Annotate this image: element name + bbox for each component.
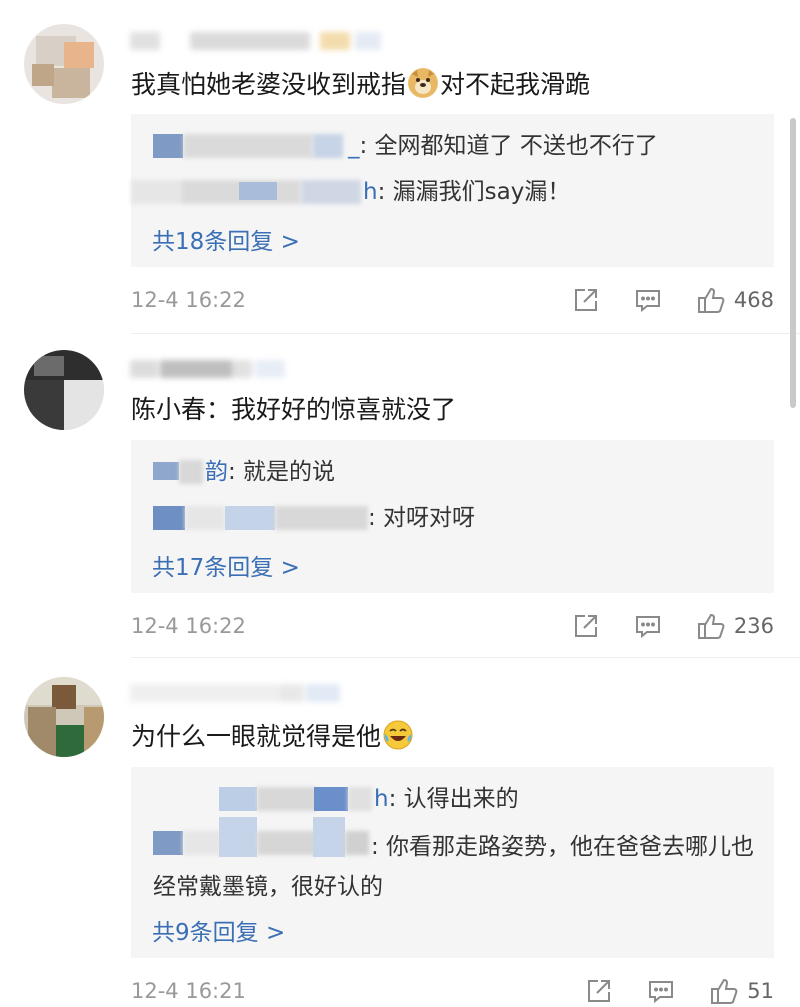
share-button[interactable]	[572, 286, 600, 314]
comment-icon	[635, 616, 660, 639]
comment-icon	[635, 290, 660, 313]
comment-button[interactable]	[634, 612, 662, 640]
share-icon	[574, 615, 597, 637]
reply-item: h: 漏漏我们say漏！	[131, 176, 570, 208]
reply-text: : 对呀对呀	[368, 505, 476, 531]
like-button[interactable]: 236	[696, 611, 774, 641]
comment-button[interactable]	[634, 286, 662, 314]
comment-text: 为什么一眼就觉得是他	[131, 720, 415, 754]
username-blurred[interactable]	[130, 356, 390, 382]
doge-emoji-icon	[408, 68, 439, 98]
username-blurred[interactable]	[130, 28, 390, 54]
reply-box[interactable]: _: 全网都知道了 不送也不行了 h: 漏漏我们say漏！ 共18条回复 >	[131, 114, 774, 267]
action-bar: 468	[538, 285, 774, 315]
reply-username-tail[interactable]: h	[374, 786, 389, 812]
thumbs-up-icon	[697, 287, 725, 313]
reply-item: h: 认得出来的	[219, 783, 519, 815]
more-replies-link[interactable]: 共18条回复 >	[152, 222, 300, 256]
reply-text: : 全网都知道了 不送也不行了	[359, 133, 658, 159]
reply-item: 韵: 就是的说	[153, 456, 335, 488]
reply-username-blurred[interactable]	[153, 130, 348, 162]
more-replies-link[interactable]: 共9条回复 >	[152, 913, 285, 947]
avatar[interactable]	[24, 24, 104, 104]
share-button[interactable]	[585, 977, 613, 1005]
action-bar: 236	[538, 611, 774, 641]
avatar[interactable]	[24, 677, 104, 757]
username-blurred[interactable]	[130, 680, 390, 706]
timestamp: 12-4 16:22	[131, 288, 246, 312]
laugh-cry-emoji-icon	[383, 720, 413, 750]
like-button[interactable]: 468	[696, 285, 774, 315]
comment-text: 我真怕她老婆没收到戒指 对不起我滑跪	[131, 68, 591, 99]
like-count: 51	[747, 979, 774, 1003]
timestamp: 12-4 16:22	[131, 614, 246, 638]
divider	[131, 657, 800, 658]
scrollbar[interactable]	[790, 118, 796, 408]
action-bar: 51	[551, 976, 774, 1006]
reply-username-tail[interactable]: h	[363, 179, 378, 205]
reply-username-blurred[interactable]	[131, 176, 363, 208]
reply-item: : 你看那走路姿势，他在爸爸去哪儿也经常戴墨镜，很好认的	[153, 817, 773, 907]
comment-text: 陈小春：我好好的惊喜就没了	[131, 395, 457, 424]
reply-text: : 漏漏我们say漏！	[377, 179, 571, 205]
reply-item: _: 全网都知道了 不送也不行了	[153, 130, 658, 162]
share-button[interactable]	[572, 612, 600, 640]
thumbs-up-icon	[697, 613, 725, 639]
thumbs-up-icon	[711, 978, 738, 1004]
divider	[131, 333, 800, 334]
reply-username-blurred[interactable]	[219, 783, 374, 815]
timestamp: 12-4 16:21	[131, 979, 246, 1003]
share-icon	[574, 289, 597, 311]
more-replies-link[interactable]: 共17条回复 >	[152, 548, 300, 582]
reply-username-tail[interactable]: 韵	[205, 459, 228, 485]
reply-box[interactable]: h: 认得出来的 : 你看那走路姿势，他在爸爸去哪儿也经常戴墨镜，很好认的 共9…	[131, 767, 774, 958]
reply-username-blurred[interactable]	[153, 456, 205, 488]
comment-button[interactable]	[647, 977, 675, 1005]
reply-username-blurred[interactable]	[153, 817, 371, 859]
reply-item: : 对呀对呀	[153, 502, 475, 534]
like-count: 468	[733, 288, 774, 312]
share-icon	[588, 980, 611, 1002]
reply-username-blurred[interactable]	[153, 502, 368, 534]
reply-text: : 认得出来的	[388, 786, 519, 812]
reply-text: : 就是的说	[228, 459, 336, 485]
like-count: 236	[733, 614, 774, 638]
like-button[interactable]: 51	[709, 976, 774, 1006]
comment-icon	[649, 981, 674, 1004]
reply-username-tail[interactable]: _	[348, 133, 360, 159]
avatar[interactable]	[24, 350, 104, 430]
reply-box[interactable]: 韵: 就是的说 : 对呀对呀 共17条回复 >	[131, 440, 774, 593]
